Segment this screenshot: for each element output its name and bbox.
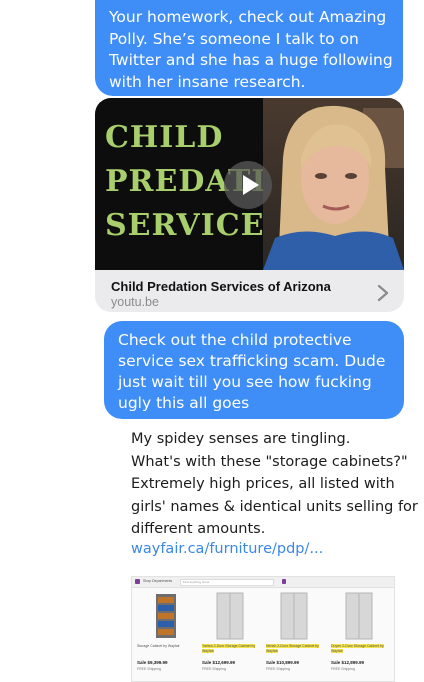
product-title-text: Duyen 2-Door Storage Cabinet by Wayfair	[331, 644, 384, 653]
product-shipping: FREE Shipping	[331, 667, 355, 671]
product-price: Sale $9,399.99	[137, 660, 168, 665]
tweet-line: different amounts.	[131, 521, 266, 537]
product-card: Neriah 2-Door Storage Cabinet by Wayfair…	[263, 588, 325, 680]
product-title: Storage Cabinet by Wayfair	[137, 644, 180, 648]
tweet-line: girls' names & identical units selling f…	[131, 498, 418, 515]
shop-header-bar: Shop Departments Find anything home	[132, 577, 394, 588]
product-title-text: Yaritza 2-Door Storage Cabinet by Wayfai…	[202, 644, 256, 653]
storage-cabinet-image	[345, 592, 373, 640]
storage-cabinet-image	[156, 594, 176, 638]
product-price: Sale $12,899.99	[331, 660, 365, 665]
tweet-link[interactable]: wayfair.ca/furniture/pdp/...	[131, 541, 323, 557]
shop-logo-icon	[135, 579, 140, 584]
product-title-text: Neriah 2-Door Storage Cabinet by Wayfair	[266, 644, 319, 653]
product-title: Duyen 2-Door Storage Cabinet by Wayfair	[331, 644, 389, 653]
cart-icon	[282, 579, 286, 584]
video-thumbnail[interactable]: CHILD PREDATION SERVICES	[95, 98, 404, 270]
product-shipping: FREE Shipping	[137, 667, 161, 671]
shop-departments: Shop Departments	[143, 579, 173, 583]
product-card: Duyen 2-Door Storage Cabinet by Wayfair …	[328, 588, 390, 680]
tweet-line: What's with these "storage cabinets?"	[131, 453, 408, 470]
product-title: Yaritza 2-Door Storage Cabinet by Wayfai…	[202, 644, 260, 653]
tweet-line: Extremely high prices, all listed with	[131, 476, 395, 492]
message-text: Check out the child protective service s…	[118, 331, 386, 412]
product-shipping: FREE Shipping	[202, 667, 226, 671]
chevron-right-icon	[377, 284, 389, 302]
product-card: Storage Cabinet by Wayfair Sale $9,399.9…	[134, 588, 196, 680]
link-domain: youtu.be	[111, 295, 159, 309]
tweet-text: My spidey senses are tingling. What's wi…	[131, 428, 421, 541]
link-preview-card[interactable]: CHILD PREDATION SERVICES Child Predation…	[95, 98, 404, 312]
product-price: Sale $10,899.99	[266, 660, 300, 665]
presenter-portrait	[263, 98, 404, 270]
storage-cabinet-image	[280, 592, 308, 640]
play-icon	[243, 175, 259, 195]
play-button[interactable]	[224, 161, 272, 209]
product-card: Yaritza 2-Door Storage Cabinet by Wayfai…	[199, 588, 261, 680]
sent-message-bubble[interactable]: Your homework, check out Amazing Polly. …	[95, 0, 403, 96]
shop-screenshot: Shop Departments Find anything home Stor…	[131, 576, 395, 682]
storage-cabinet-image	[216, 592, 244, 640]
message-text: Your homework, check out Amazing Polly. …	[109, 8, 393, 91]
link-title: Child Predation Services of Arizona	[111, 279, 331, 294]
sent-message-bubble[interactable]: Check out the child protective service s…	[104, 321, 404, 419]
product-title: Neriah 2-Door Storage Cabinet by Wayfair	[266, 644, 324, 653]
shop-search-input: Find anything home	[180, 579, 274, 586]
tweet-line: My spidey senses are tingling.	[131, 431, 351, 447]
product-price: Sale $12,699.99	[202, 660, 236, 665]
product-shipping: FREE Shipping	[266, 667, 290, 671]
